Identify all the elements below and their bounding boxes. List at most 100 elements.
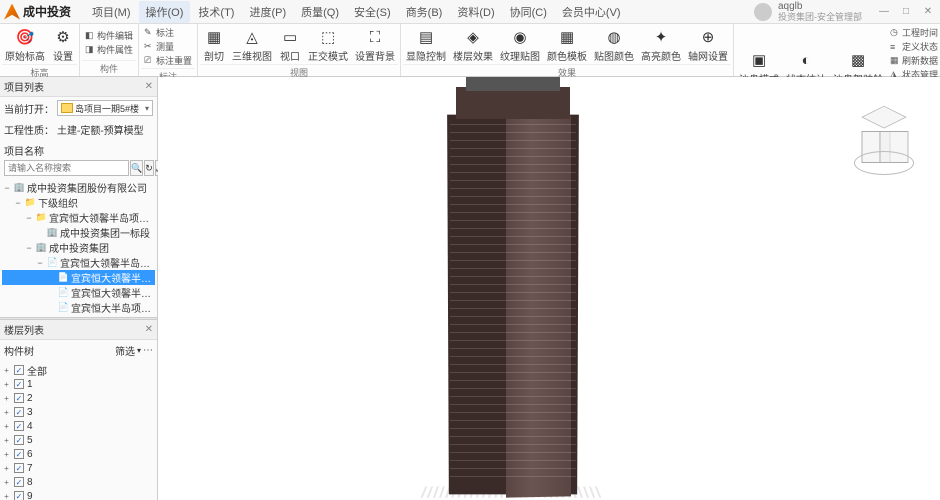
menu-item-6[interactable]: 商务(B) [399, 1, 450, 23]
ribbon-button[interactable]: ◈楼层效果 [450, 25, 496, 64]
ribbon-button[interactable]: ⬚正交模式 [305, 25, 351, 64]
refresh-button[interactable]: ↻ [144, 160, 154, 176]
tree-node[interactable]: −📄宜宾恒大领馨半岛项目一期5#楼 [2, 255, 155, 270]
check-item[interactable]: +✓2 [2, 391, 155, 405]
checkbox[interactable]: ✓ [14, 435, 24, 445]
search-button[interactable]: 🔍 [130, 160, 143, 176]
checkbox[interactable]: ✓ [14, 463, 24, 473]
filter-combo[interactable]: 筛选 ▾ ⋯ [115, 343, 153, 358]
tree-node[interactable]: 📄宜宾恒大半岛项目一期5- [2, 300, 155, 315]
panel-close-icon[interactable]: ✕ [145, 81, 153, 92]
project-tree[interactable]: −🏢成中投资集团股份有限公司−📁下级组织−📁宜宾恒大领馨半岛项目一期🏢成中投资集… [0, 178, 157, 317]
check-item[interactable]: +✓5 [2, 433, 155, 447]
ribbon-button[interactable]: ⛶设置背景 [352, 25, 398, 64]
ribbon-button[interactable]: ◍贴图颜色 [591, 25, 637, 64]
menu-item-9[interactable]: 会员中心(V) [555, 1, 628, 23]
floor-check-list[interactable]: +✓全部+✓1+✓2+✓3+✓4+✓5+✓6+✓7+✓8+✓9+✓10+✓11+… [0, 361, 157, 500]
tree-node[interactable]: −🏢成中投资集团 [2, 240, 155, 255]
maximize-button[interactable]: □ [898, 6, 914, 18]
search-input[interactable] [4, 160, 129, 176]
check-item[interactable]: +✓9 [2, 489, 155, 500]
expand-icon[interactable]: + [2, 422, 11, 431]
check-item[interactable]: +✓6 [2, 447, 155, 461]
3d-viewport[interactable] [158, 77, 940, 500]
expand-icon[interactable]: + [2, 366, 11, 375]
ribbon-button[interactable]: ▦颜色模板 [544, 25, 590, 64]
checkbox[interactable]: ✓ [14, 379, 24, 389]
tree-node[interactable]: 📄宜宾恒大领馨半岛项目一期5- [2, 285, 155, 300]
ribbon-button[interactable]: ▭视口 [276, 25, 304, 64]
check-item[interactable]: +✓7 [2, 461, 155, 475]
ribbon-button[interactable]: ▤显隐控制 [403, 25, 449, 64]
menu-item-7[interactable]: 资料(D) [450, 1, 501, 23]
tree-node[interactable]: −📁下级组织 [2, 195, 155, 210]
menu-item-0[interactable]: 项目(M) [85, 1, 138, 23]
ribbon-icon: ⬚ [317, 26, 339, 48]
menu-item-2[interactable]: 技术(T) [191, 1, 241, 23]
checkbox[interactable]: ✓ [14, 421, 24, 431]
ribbon-button[interactable]: ✦高亮颜色 [638, 25, 684, 64]
ribbon-button[interactable]: ▦剖切 [200, 25, 228, 64]
ribbon-button[interactable]: ◬三维视图 [229, 25, 275, 64]
ribbon-icon: ▩ [847, 49, 869, 71]
tree-node[interactable]: 🏢成中投资集团一标段 [2, 225, 155, 240]
filter-menu-icon[interactable]: ⋯ [143, 345, 153, 356]
cube-top-face[interactable] [861, 106, 906, 129]
cube-compass-ring[interactable] [854, 151, 914, 175]
checkbox[interactable]: ✓ [14, 477, 24, 487]
checkbox[interactable]: ✓ [14, 449, 24, 459]
expand-icon[interactable]: + [2, 464, 11, 473]
checkbox[interactable]: ✓ [14, 393, 24, 403]
ribbon-mini-button[interactable]: ✂测量 [144, 40, 192, 53]
expand-icon[interactable]: + [2, 394, 11, 403]
ribbon-button[interactable]: ⊕轴网设置 [685, 25, 731, 64]
checkbox[interactable]: ✓ [14, 365, 24, 375]
tree-node-icon: 📄 [58, 302, 69, 313]
checkbox[interactable]: ✓ [14, 407, 24, 417]
tree-toggle-icon[interactable]: − [2, 183, 12, 193]
current-open-combo[interactable]: 宜宾恒大领馨半岛项目一期5#楼土建 ▾ [57, 100, 153, 116]
tree-toggle-icon[interactable]: − [13, 198, 23, 208]
expand-icon[interactable]: + [2, 380, 11, 389]
expand-icon[interactable]: + [2, 492, 11, 500]
checkbox[interactable]: ✓ [14, 491, 24, 500]
ribbon-mini-button[interactable]: ▦刷新数据 [890, 54, 938, 67]
tree-node[interactable]: −📁宜宾恒大领馨半岛项目一期 [2, 210, 155, 225]
minimize-button[interactable]: — [876, 6, 892, 18]
tree-node[interactable]: −🏢成中投资集团股份有限公司 [2, 180, 155, 195]
ribbon-button[interactable]: ◉纹理贴图 [497, 25, 543, 64]
tree-toggle-icon[interactable]: − [24, 243, 34, 253]
expand-icon[interactable]: + [2, 436, 11, 445]
expand-icon[interactable]: + [2, 478, 11, 487]
building-model[interactable] [438, 77, 588, 497]
menu-item-5[interactable]: 安全(S) [347, 1, 398, 23]
expand-icon[interactable]: + [2, 450, 11, 459]
navigation-cube[interactable] [858, 117, 910, 169]
ribbon-icon: ⚙ [52, 26, 74, 48]
ribbon-mini-button[interactable]: ◨构件属性 [85, 43, 133, 56]
ribbon-button[interactable]: ⚙设置 [49, 25, 77, 64]
ribbon-mini-button[interactable]: ◷工程时间 [890, 26, 938, 39]
ribbon-mini-button[interactable]: ⎚标注重置 [144, 54, 192, 67]
menu-item-3[interactable]: 进度(P) [242, 1, 293, 23]
expand-icon[interactable]: + [2, 408, 11, 417]
ribbon-button[interactable]: 🎯原始标高 [2, 25, 48, 64]
check-item[interactable]: +✓8 [2, 475, 155, 489]
ribbon-icon: ⊕ [697, 26, 719, 48]
tree-node[interactable]: 📄宜宾恒大领馨半岛项目一期5 [2, 270, 155, 285]
check-item[interactable]: +✓3 [2, 405, 155, 419]
tree-toggle-icon[interactable]: − [35, 258, 45, 268]
avatar-icon[interactable] [754, 3, 772, 21]
menu-item-4[interactable]: 质量(Q) [294, 1, 346, 23]
close-button[interactable]: ✕ [920, 6, 936, 18]
tree-toggle-icon[interactable]: − [24, 213, 34, 223]
ribbon-mini-button[interactable]: ✎标注 [144, 26, 192, 39]
ribbon-mini-button[interactable]: ◧构件编辑 [85, 29, 133, 42]
floor-panel-close-icon[interactable]: ✕ [145, 324, 153, 335]
menu-item-8[interactable]: 协同(C) [503, 1, 554, 23]
check-item[interactable]: +✓4 [2, 419, 155, 433]
check-item[interactable]: +✓1 [2, 377, 155, 391]
check-item[interactable]: +✓全部 [2, 363, 155, 377]
menu-item-1[interactable]: 操作(O) [139, 1, 191, 23]
ribbon-mini-button[interactable]: ≡定义状态 [890, 40, 938, 53]
